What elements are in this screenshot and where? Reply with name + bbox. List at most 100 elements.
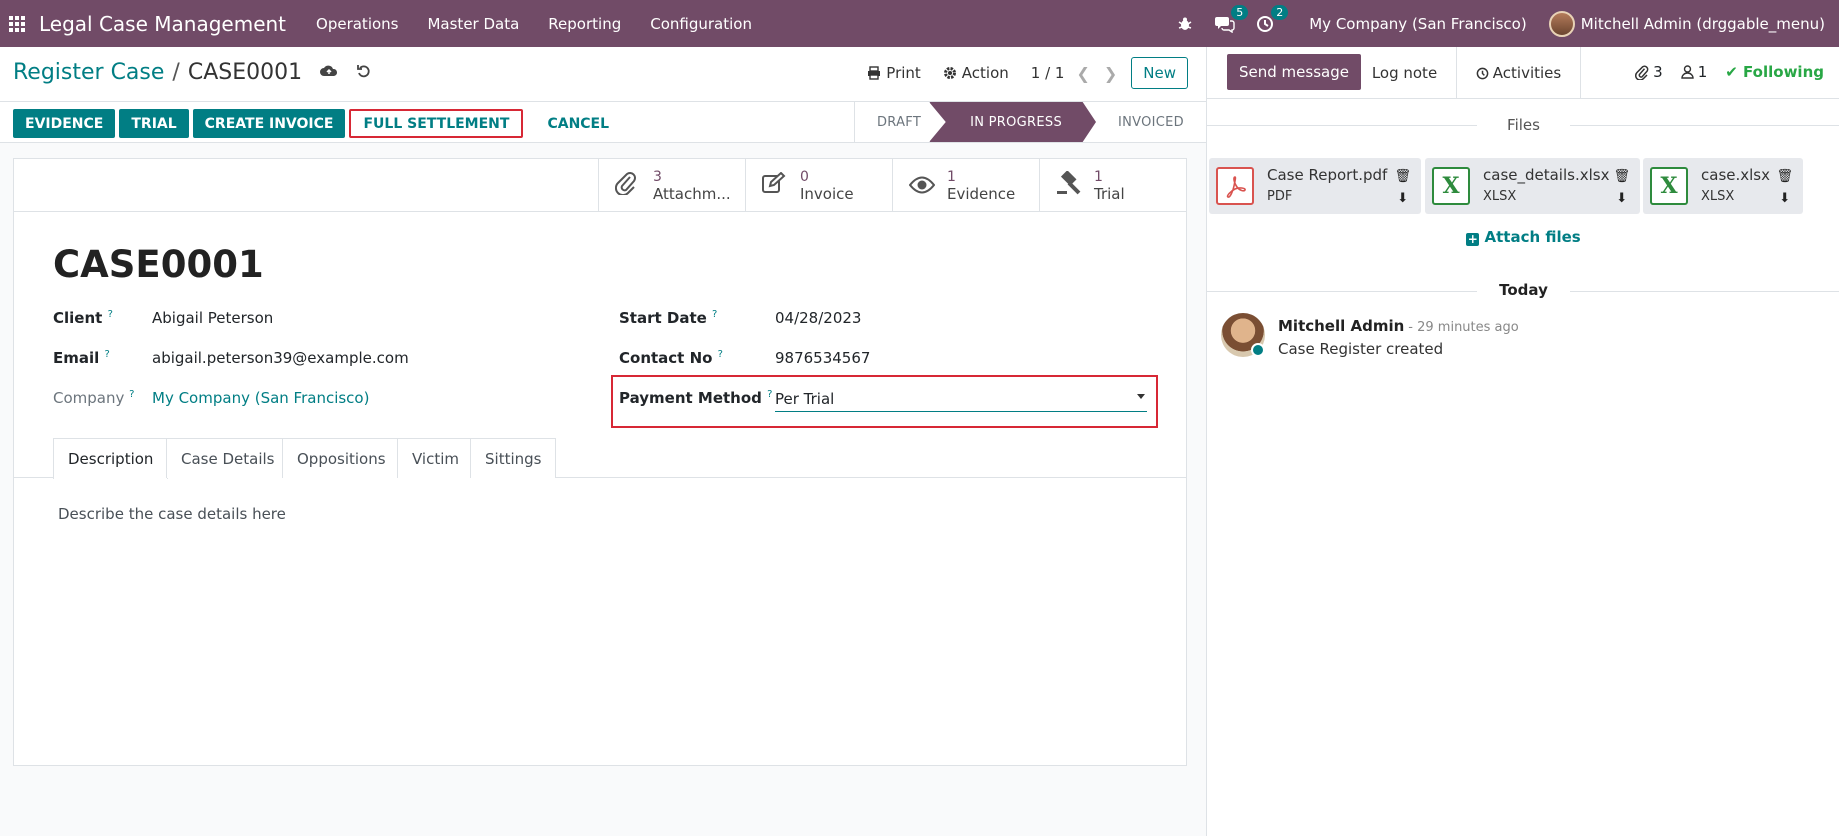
file-card-case-details[interactable]: X case_details.xlsx XLSX 🗑 ⬇ <box>1425 158 1640 214</box>
paperclip-icon <box>1635 65 1649 80</box>
client-label: Client ? <box>53 309 113 327</box>
user-menu[interactable]: Mitchell Admin (drggable_menu) <box>1581 15 1825 33</box>
eye-icon <box>908 172 941 200</box>
start-date-value[interactable]: 04/28/2023 <box>775 309 861 327</box>
email-value[interactable]: abigail.peterson39@example.com <box>152 349 409 367</box>
tab-description[interactable]: Description <box>53 438 169 479</box>
file-card-case[interactable]: X case.xlsx XLSX 🗑 ⬇ <box>1643 158 1803 214</box>
menu-master-data[interactable]: Master Data <box>427 15 519 33</box>
start-date-label: Start Date ? <box>619 309 718 327</box>
stage-in-progress[interactable]: IN PROGRESS <box>929 102 1096 142</box>
tab-case-details[interactable]: Case Details <box>166 438 290 478</box>
main-menu: Operations Master Data Reporting Configu… <box>316 15 781 33</box>
print-icon <box>868 66 881 80</box>
discard-undo-icon[interactable] <box>356 63 372 83</box>
files-title: Files <box>1507 116 1540 134</box>
chatter-meta: 3 1 ✔ Following <box>1635 63 1824 81</box>
send-message-button[interactable]: Send message <box>1227 54 1361 90</box>
trial-button[interactable]: TRIAL <box>119 109 189 138</box>
file-name: Case Report.pdf <box>1267 166 1388 184</box>
cancel-button[interactable]: CANCEL <box>535 109 621 138</box>
full-settlement-button[interactable]: FULL SETTLEMENT <box>349 109 524 138</box>
log-note-button[interactable]: Log note <box>1353 47 1457 99</box>
activities-button[interactable]: Activities <box>1457 47 1581 99</box>
payment-method-select[interactable]: Per Trial <box>775 390 1147 412</box>
menu-operations[interactable]: Operations <box>316 15 398 33</box>
company-switcher[interactable]: My Company (San Francisco) <box>1309 15 1526 33</box>
statusbar-buttons: EVIDENCE TRIAL CREATE INVOICE FULL SETTL… <box>13 109 625 138</box>
breadcrumb-parent[interactable]: Register Case <box>13 60 164 85</box>
action-button[interactable]: Action <box>943 64 1009 82</box>
form-statusbar: EVIDENCE TRIAL CREATE INVOICE FULL SETTL… <box>0 102 1206 143</box>
evidence-label: Evidence <box>947 184 1016 203</box>
evidence-button[interactable]: EVIDENCE <box>13 109 116 138</box>
contact-field: Contact No ? 9876534567 <box>619 349 870 367</box>
user-avatar[interactable] <box>1548 10 1575 37</box>
company-value[interactable]: My Company (San Francisco) <box>152 389 369 407</box>
trial-smart-button[interactable]: 1 Trial <box>1039 159 1186 212</box>
cloud-upload-icon[interactable] <box>320 63 338 82</box>
trial-count: 1 <box>1094 168 1103 185</box>
today-separator: Today <box>1499 281 1548 299</box>
tab-oppositions[interactable]: Oppositions <box>282 438 401 478</box>
file-actions: 🗑 ⬇ <box>1394 166 1411 210</box>
contact-value[interactable]: 9876534567 <box>775 349 870 367</box>
messages-badge: 5 <box>1231 4 1249 20</box>
followers-counter[interactable]: 1 <box>1680 63 1707 81</box>
paperclip-icon <box>614 171 647 201</box>
attachments-smart-button[interactable]: 3 Attachm... <box>598 159 745 212</box>
smart-button-box: 3 Attachm... 0 Invoice 1 Evidence 1 Tria… <box>14 159 1186 212</box>
check-icon: ✔ <box>1725 63 1738 81</box>
attachments-counter[interactable]: 3 <box>1635 63 1663 81</box>
app-brand[interactable]: Legal Case Management <box>39 12 286 36</box>
menu-reporting[interactable]: Reporting <box>548 15 621 33</box>
new-record-button[interactable]: New <box>1131 57 1188 89</box>
pager-value[interactable]: 1 / 1 <box>1031 64 1065 82</box>
file-card-case-report[interactable]: Case Report.pdf PDF 🗑 ⬇ <box>1209 158 1421 214</box>
trash-icon[interactable]: 🗑 <box>1394 166 1411 188</box>
gear-icon <box>943 67 956 79</box>
breadcrumb-separator: / <box>172 60 180 85</box>
activities-label: Activities <box>1492 64 1562 82</box>
control-panel-actions: Print Action 1 / 1 ❮ ❯ New <box>867 55 1206 91</box>
message-body: Case Register created <box>1278 340 1444 358</box>
print-button[interactable]: Print <box>867 64 921 82</box>
pager-next-icon[interactable]: ❯ <box>1104 64 1117 83</box>
activities-badge: 2 <box>1271 4 1289 20</box>
chatter-panel: Send message Log note Activities 3 1 ✔ F… <box>1206 47 1839 836</box>
print-label: Print <box>886 64 921 82</box>
activities-clock-icon[interactable]: 2 <box>1255 4 1289 34</box>
file-extension: PDF <box>1267 189 1293 204</box>
pager-previous-icon[interactable]: ❮ <box>1076 64 1089 83</box>
attach-files-link[interactable]: + Attach files <box>1207 228 1839 246</box>
stage-draft[interactable]: DRAFT <box>853 102 943 142</box>
apps-menu-icon[interactable] <box>9 15 25 32</box>
caret-down-icon <box>1137 394 1145 399</box>
tab-sittings[interactable]: Sittings <box>470 438 557 478</box>
file-actions: 🗑 ⬇ <box>1613 166 1630 210</box>
menu-configuration[interactable]: Configuration <box>650 15 752 33</box>
evidence-smart-button[interactable]: 1 Evidence <box>892 159 1039 212</box>
user-icon <box>1680 65 1694 79</box>
start-date-field: Start Date ? 04/28/2023 <box>619 309 861 327</box>
download-icon[interactable]: ⬇ <box>1779 188 1790 210</box>
following-button[interactable]: ✔ Following <box>1725 63 1824 81</box>
plus-square-icon: + <box>1466 232 1480 246</box>
messages-icon[interactable]: 5 <box>1215 4 1249 34</box>
form-sheet: 3 Attachm... 0 Invoice 1 Evidence 1 Tria… <box>13 158 1187 766</box>
download-icon[interactable]: ⬇ <box>1616 188 1627 210</box>
description-placeholder[interactable]: Describe the case details here <box>58 505 286 523</box>
tab-victim[interactable]: Victim <box>397 438 475 478</box>
bug-icon[interactable] <box>1175 14 1195 34</box>
file-actions: 🗑 ⬇ <box>1776 166 1793 210</box>
chatter-topbar: Send message Log note Activities 3 1 ✔ F… <box>1207 47 1839 99</box>
stage-invoiced[interactable]: INVOICED <box>1096 102 1206 142</box>
trash-icon[interactable]: 🗑 <box>1613 166 1630 188</box>
client-value[interactable]: Abigail Peterson <box>152 309 273 327</box>
excel-file-icon: X <box>1432 167 1470 205</box>
create-invoice-button[interactable]: CREATE INVOICE <box>192 109 346 138</box>
download-icon[interactable]: ⬇ <box>1397 188 1408 210</box>
edit-icon <box>762 171 794 200</box>
trash-icon[interactable]: 🗑 <box>1776 166 1793 188</box>
invoice-smart-button[interactable]: 0 Invoice <box>745 159 892 212</box>
